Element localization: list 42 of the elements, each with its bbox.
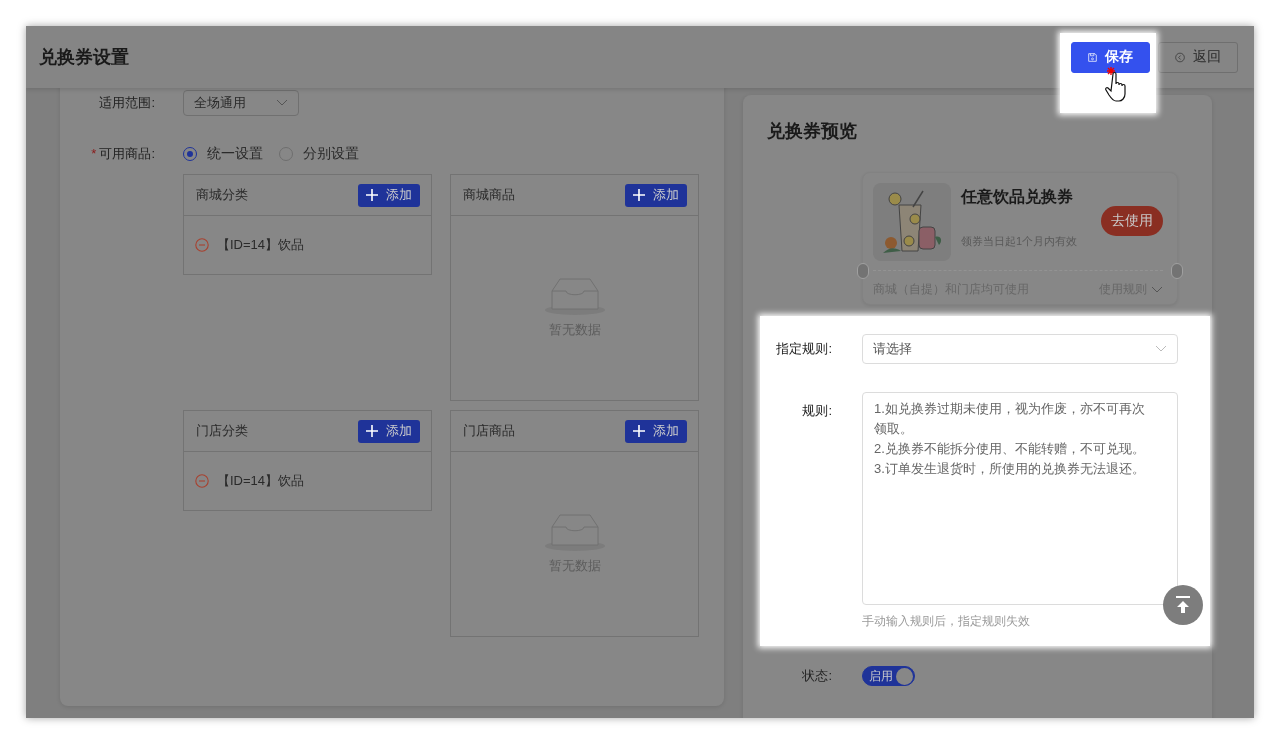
field-label: 规则: — [801, 402, 832, 420]
radio-option[interactable]: 统一设置 — [183, 145, 263, 163]
field-label: 状态: — [801, 667, 832, 685]
category-item: 【ID=14】饮品 — [217, 472, 305, 490]
add-button[interactable]: 添加 — [358, 183, 420, 207]
radio-option[interactable]: 分别设置 — [279, 145, 359, 163]
scope-select[interactable]: 全场通用 — [183, 90, 299, 116]
plus-icon — [366, 189, 378, 201]
rules-hint: 手动输入规则后，指定规则失效 — [862, 613, 1031, 630]
remove-icon[interactable] — [195, 238, 209, 252]
save-icon — [1088, 50, 1097, 64]
field-label: 指定规则: — [775, 340, 832, 358]
page-title: 兑换券设置 — [39, 46, 129, 69]
add-button[interactable]: 添加 — [625, 419, 687, 443]
category-item: 【ID=14】饮品 — [217, 236, 305, 254]
save-button[interactable]: 保存 — [1071, 41, 1150, 73]
back-button[interactable]: 返回 — [1158, 41, 1238, 73]
coupon-notch — [1171, 263, 1183, 279]
status-toggle[interactable]: 启用 — [862, 666, 915, 686]
remove-icon[interactable] — [195, 474, 209, 488]
plus-icon — [633, 425, 645, 437]
arrow-up-icon — [1175, 596, 1191, 614]
add-button[interactable]: 添加 — [358, 419, 420, 443]
use-button[interactable]: 去使用 — [1101, 206, 1163, 236]
panel-title: 商城商品 — [463, 186, 515, 204]
back-to-top-button[interactable] — [1163, 585, 1203, 625]
field-label: 适用范围: — [98, 94, 155, 112]
field-label: * 可用商品: — [90, 145, 155, 163]
plus-icon — [366, 425, 378, 437]
chevron-down-icon — [276, 99, 288, 107]
coupon-name: 任意饮品兑换券 — [961, 187, 1074, 207]
plus-icon — [633, 189, 645, 201]
preview-title: 兑换券预览 — [766, 120, 858, 143]
coupon-notch — [857, 263, 869, 279]
panel-title: 门店分类 — [196, 422, 248, 440]
rules-textarea[interactable]: 1.如兑换券过期未使用，视为作废，亦不可再次领取。 2.兑换券不能拆分使用、不能转赠，不可兑现。 3.订单发生退货时，所使用的兑换券无法退还。 — [862, 392, 1178, 605]
chevron-down-icon — [1151, 285, 1163, 294]
panel-title: 商城分类 — [196, 186, 248, 204]
chevron-down-icon — [1155, 345, 1167, 353]
add-button[interactable]: 添加 — [625, 183, 687, 207]
rule-select[interactable]: 请选择 — [862, 334, 1178, 364]
panel-title: 门店商品 — [463, 422, 515, 440]
